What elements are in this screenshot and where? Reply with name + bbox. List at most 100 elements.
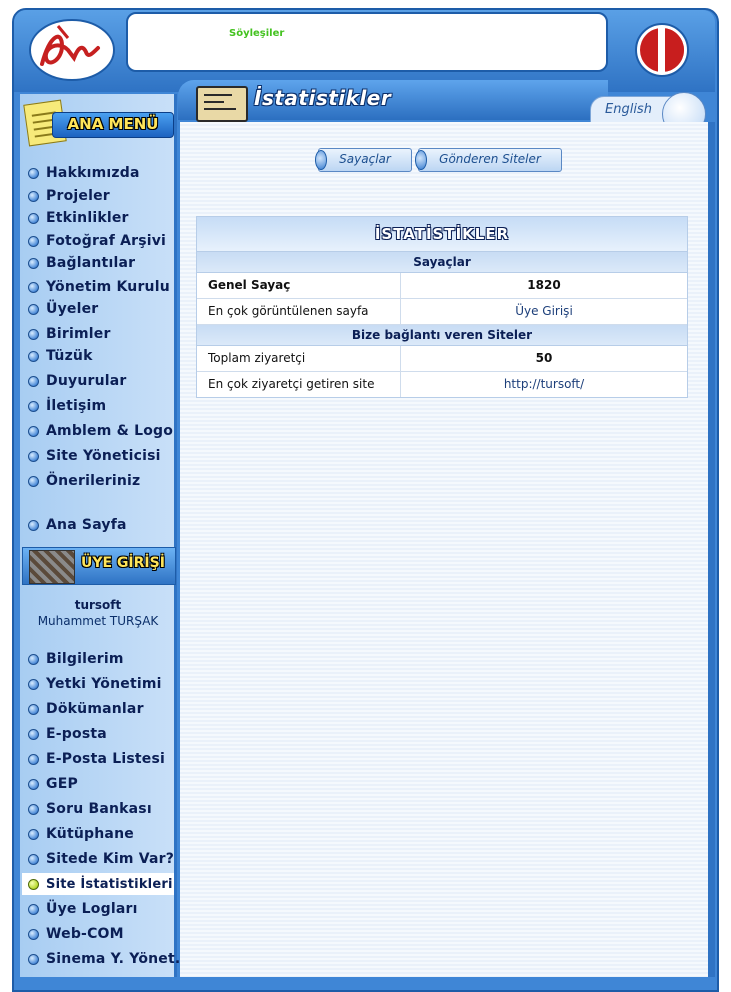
nav-item-label[interactable]: Birimler xyxy=(46,326,111,342)
nav-ana-sayfa[interactable]: Ana Sayfa xyxy=(28,514,178,536)
nav-item-label[interactable]: Sinema Y. Yönet. xyxy=(46,951,180,967)
nav-web-com[interactable]: Web-COM xyxy=(28,923,178,945)
nav-duyurular[interactable]: Duyurular xyxy=(28,370,178,392)
nav-tuzuk[interactable]: Tüzük xyxy=(28,345,178,367)
bullet-icon xyxy=(28,703,39,715)
tab-sayaclar[interactable]: Sayaçlar xyxy=(315,148,412,172)
bullet-icon xyxy=(28,400,39,412)
bullet-icon xyxy=(28,303,39,315)
nav-item-label[interactable]: Kütüphane xyxy=(46,826,134,842)
nav-item-label[interactable]: Sitede Kim Var? xyxy=(46,851,174,867)
row-value-link[interactable]: Üye Girişi xyxy=(401,299,687,324)
nav-item-label[interactable]: Fotoğraf Arşivi xyxy=(46,233,166,249)
row-value-link[interactable]: http://tursoft/ xyxy=(401,372,687,397)
bullet-icon xyxy=(28,778,39,790)
member-badge-image-icon xyxy=(29,550,75,584)
nav-item-label[interactable]: Yetki Yönetimi xyxy=(46,676,162,692)
nav-site-istatistikleri[interactable]: Site İstatistikleri xyxy=(22,873,174,895)
nav-item-label[interactable]: Projeler xyxy=(46,188,110,204)
nav-item-label[interactable]: Önerileriniz xyxy=(46,473,140,489)
bullet-icon xyxy=(28,375,39,387)
bullet-icon xyxy=(28,450,39,462)
nav-gep[interactable]: GEP xyxy=(28,773,178,795)
section-title: Sayaçlar xyxy=(197,252,687,273)
nav-item-label[interactable]: Bilgilerim xyxy=(46,651,124,667)
nav-item-label[interactable]: Dökümanlar xyxy=(46,701,144,717)
nav-item-label[interactable]: Hakkımızda xyxy=(46,165,140,181)
member-login-badge: ÜYE GİRİŞİ xyxy=(22,547,176,585)
tab-gonderen-siteler-label[interactable]: Gönderen Siteler xyxy=(419,152,561,166)
nav-fotograf-arsivi[interactable]: Fotoğraf Arşivi xyxy=(28,230,178,252)
nav-item-label[interactable]: Bağlantılar xyxy=(46,255,135,271)
nav-item-label[interactable]: GEP xyxy=(46,776,78,792)
nav-item-label[interactable]: Soru Bankası xyxy=(46,801,152,817)
header-ticker-text[interactable]: Söyleşiler xyxy=(229,28,284,39)
bullet-icon xyxy=(28,281,39,293)
nav-item-label[interactable]: Ana Sayfa xyxy=(46,517,127,533)
statistics-chart-icon xyxy=(196,86,248,122)
nav-kutuphane[interactable]: Kütüphane xyxy=(28,823,178,845)
nav-yetki-yonetimi[interactable]: Yetki Yönetimi xyxy=(28,673,178,695)
row-label: Toplam ziyaretçi xyxy=(197,346,401,371)
nav-item-label[interactable]: Amblem & Logo xyxy=(46,423,173,439)
nav-sitede-kim-var[interactable]: Sitede Kim Var? xyxy=(28,848,178,870)
row-label: En çok görüntülenen sayfa xyxy=(197,299,401,324)
nav-onerileriniz[interactable]: Önerileriniz xyxy=(28,470,178,492)
nav-item-label[interactable]: E-posta xyxy=(46,726,107,742)
nav-item-label[interactable]: Site Yöneticisi xyxy=(46,448,161,464)
club-logo-icon[interactable] xyxy=(28,18,116,82)
nav-sinema-y-yonet[interactable]: Sinema Y. Yönet. xyxy=(28,948,180,970)
table-row: En çok görüntülenen sayfa Üye Girişi xyxy=(197,299,687,325)
nav-item-label[interactable]: Etkinlikler xyxy=(46,210,129,226)
nav-e-posta-listesi[interactable]: E-Posta Listesi xyxy=(28,748,178,770)
nav-item-label[interactable]: Web-COM xyxy=(46,926,124,942)
university-logo-icon[interactable] xyxy=(634,22,690,78)
nav-item-label[interactable]: Üye Logları xyxy=(46,901,138,917)
table-row: Genel Sayaç 1820 xyxy=(197,273,687,299)
bullet-icon xyxy=(28,257,39,269)
bullet-icon xyxy=(28,828,39,840)
tab-sayaclar-label[interactable]: Sayaçlar xyxy=(319,152,411,166)
bullet-icon xyxy=(28,753,39,765)
nav-uyeler[interactable]: Üyeler xyxy=(28,298,178,320)
tab-gonderen-siteler[interactable]: Gönderen Siteler xyxy=(415,148,562,172)
nav-item-label[interactable]: Yönetim Kurulu xyxy=(46,279,170,295)
nav-item-label[interactable]: İletişim xyxy=(46,398,106,414)
row-value: 1820 xyxy=(527,278,561,292)
table-row: Toplam ziyaretçi 50 xyxy=(197,346,687,372)
english-link-label[interactable]: English xyxy=(605,102,652,117)
row-value: 50 xyxy=(535,351,553,365)
bullet-icon xyxy=(28,903,39,915)
nav-amblem-logo[interactable]: Amblem & Logo xyxy=(28,420,178,442)
main-menu-ribbon: ANA MENÜ xyxy=(52,112,174,138)
statistics-table-header: İSTATİSTİKLER xyxy=(197,217,687,252)
nav-site-yoneticisi[interactable]: Site Yöneticisi xyxy=(28,445,178,467)
nav-soru-bankasi[interactable]: Soru Bankası xyxy=(28,798,178,820)
nav-item-label[interactable]: Duyurular xyxy=(46,373,127,389)
nav-projeler[interactable]: Projeler xyxy=(28,185,178,207)
nav-hakkimizda[interactable]: Hakkımızda xyxy=(28,162,178,184)
nav-item-label[interactable]: Tüzük xyxy=(46,348,93,364)
nav-e-posta[interactable]: E-posta xyxy=(28,723,178,745)
nav-item-label[interactable]: Site İstatistikleri xyxy=(46,877,173,892)
nav-etkinlikler[interactable]: Etkinlikler xyxy=(28,207,178,229)
nav-dokumanlar[interactable]: Dökümanlar xyxy=(28,698,178,720)
nav-item-label[interactable]: E-Posta Listesi xyxy=(46,751,165,767)
nav-item-label[interactable]: Üyeler xyxy=(46,301,98,317)
table-row: En çok ziyaretçi getiren site http://tur… xyxy=(197,372,687,397)
nav-bilgilerim[interactable]: Bilgilerim xyxy=(28,648,178,670)
nav-uye-loglari[interactable]: Üye Logları xyxy=(28,898,178,920)
bullet-icon xyxy=(28,425,39,437)
nav-birimler[interactable]: Birimler xyxy=(28,323,178,345)
nav-baglantilar[interactable]: Bağlantılar xyxy=(28,252,178,274)
bullet-icon xyxy=(28,167,39,179)
row-label: En çok ziyaretçi getiren site xyxy=(197,372,401,397)
statistics-heading: İSTATİSTİKLER xyxy=(374,225,510,243)
bullet-icon xyxy=(28,212,39,224)
bullet-icon xyxy=(28,678,39,690)
bullet-icon xyxy=(28,475,39,487)
nav-iletisim[interactable]: İletişim xyxy=(28,395,178,417)
bullet-icon xyxy=(28,328,39,340)
nav-yonetim-kurulu[interactable]: Yönetim Kurulu xyxy=(28,276,178,298)
bullet-icon xyxy=(28,350,39,362)
